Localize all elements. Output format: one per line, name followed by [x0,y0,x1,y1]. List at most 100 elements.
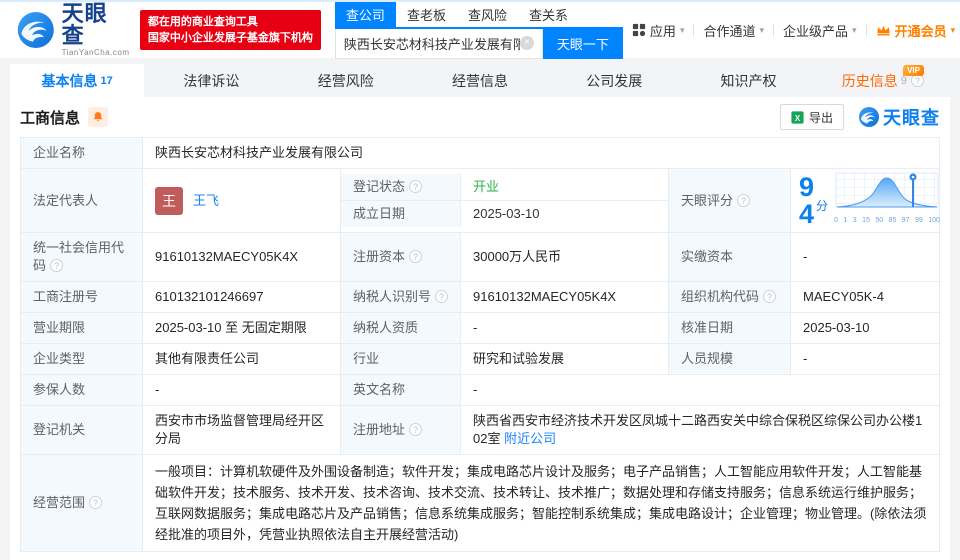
tab-count: 17 [100,74,113,87]
chevron-down-icon: ▾ [950,24,956,35]
section-head: 工商信息 X 导出 天眼查 [10,97,950,137]
nav-apps[interactable]: 应用 ▾ [623,21,694,40]
field-label: 天眼评分? [668,168,791,233]
reg-number-value: 610132101246697 [142,281,341,313]
header: 天眼查 TianYanCha.com 都在用的商业查询工具 国家中小企业发展子基… [0,0,960,59]
clear-search-icon[interactable]: × [519,36,534,50]
search-input[interactable] [343,35,520,51]
crown-icon [876,25,890,36]
field-label: 工商注册号 [20,281,143,313]
reg-status-value: 开业 [461,174,668,201]
promo-banner-line1: 都在用的商业查询工具 [147,16,258,28]
field-label: 人员规模 [668,343,791,375]
nav-vip-label: 开通会员 [894,23,947,39]
business-scope-value: 一般项目：计算机软硬件及外围设备制造；软件开发；集成电路芯片设计及服务；电子产品… [142,454,940,552]
legal-rep-link[interactable]: 王飞 [193,192,219,210]
table-row: 统一社会信用代码? 91610132MAECY05K4X 注册资本? 30000… [20,232,940,282]
promo-banner: 都在用的商业查询工具 国家中小企业发展子基金旗下机构 [139,10,321,50]
help-icon[interactable]: ? [409,423,423,436]
tab-intellectual-property[interactable]: 知识产权 [681,64,815,97]
help-icon[interactable]: ? [89,496,103,509]
business-term-value: 2025-03-10 至 无固定期限 [142,312,341,344]
nav-apps-label: 应用 [649,23,676,39]
search-button[interactable]: 天眼一下 [542,28,623,59]
vip-badge: VIP [903,65,924,76]
field-label: 注册地址? [340,405,461,455]
field-label: 成立日期 [341,201,461,227]
field-label: 法定代表人 [20,168,143,233]
help-icon[interactable]: ? [763,290,777,303]
taxpayer-id-value: 91610132MAECY05K4X [460,281,669,313]
help-icon[interactable]: ? [409,180,423,193]
tianyancha-swirl-icon [859,107,879,127]
score-value: 94 [799,171,815,229]
svg-text:X: X [795,113,801,122]
reg-authority-value: 西安市市场监督管理局经开区分局 [142,405,341,455]
search-tabs: 查公司 查老板 查风险 查关系 [334,1,623,29]
paid-capital-value: - [790,232,940,282]
help-icon[interactable]: ? [737,193,751,207]
field-label: 纳税人识别号? [340,281,461,313]
tianyan-score: 94 分 0 1 3 15 50 85 97 99 100 [791,169,940,232]
search-area: 查公司 查老板 查风险 查关系 × 天眼一下 [334,1,623,59]
reg-capital-value: 30000万人民币 [460,232,669,282]
tab-basic-info[interactable]: 基本信息 17 [10,64,145,97]
tab-legal[interactable]: 法律诉讼 [144,64,278,97]
help-icon[interactable]: ? [435,290,449,303]
field-label: 纳税人资质 [340,312,461,344]
nav-enterprise-label: 企业级产品 [783,23,849,39]
company-name-value: 陕西长安芯材科技产业发展有限公司 [142,137,940,169]
field-label: 行业 [340,343,461,375]
score-unit: 分 [816,198,829,213]
nav-partner[interactable]: 合作通道 ▾ [694,21,773,40]
tianyancha-swirl-icon [17,12,54,48]
tab-operating-risk[interactable]: 经营风险 [279,64,413,97]
promo-banner-line2: 国家中小企业发展子基金旗下机构 [147,32,313,44]
search-box: × [334,28,543,59]
tab-company-development[interactable]: 公司发展 [547,64,681,97]
search-tab-relation[interactable]: 查关系 [518,2,579,27]
field-label: 组织机构代码? [668,281,791,313]
field-label: 实缴资本 [668,232,791,282]
table-row: 工商注册号 610132101246697 纳税人识别号? 91610132MA… [20,281,940,313]
table-row: 参保人数 - 英文名称 - [20,374,940,406]
est-date-value: 2025-03-10 [473,206,540,221]
field-label: 统一社会信用代码? [20,232,143,282]
watermark-logo: 天眼查 [858,104,940,130]
help-icon[interactable]: ? [50,259,64,272]
table-row: 法定代表人 王 王飞 登记状态? 开业 成立日期 2025-03-10 天眼评分 [20,168,940,233]
main-panel: 基本信息 17 法律诉讼 经营风险 经营信息 公司发展 知识产权 VIP 历史信息… [10,64,950,560]
field-label: 登记状态? [341,174,461,201]
bell-icon [93,112,103,122]
staff-size-value: - [790,343,940,375]
tianyancha-logo[interactable]: 天眼查 TianYanCha.com [16,3,130,57]
brand-name: 天眼查 [61,1,108,48]
field-label: 企业名称 [20,137,143,169]
business-info-table: 企业名称 陕西长安芯材科技产业发展有限公司 法定代表人 王 王飞 登记状态? 开… [10,137,950,560]
field-label: 核准日期 [668,312,791,344]
table-row: 登记机关 西安市市场监督管理局经开区分局 注册地址? 陕西省西安市经济技术开发区… [20,405,940,455]
grid-icon [632,23,646,37]
monitor-bell-button[interactable] [88,107,109,127]
excel-icon: X [791,110,804,124]
tab-count: 9 [900,74,907,87]
help-icon[interactable]: ? [409,250,423,263]
top-nav: 应用 ▾ 合作通道 ▾ 企业级产品 ▾ 开通会员 ▾ 费米 ▾ [623,21,960,40]
nav-vip[interactable]: 开通会员 ▾ [867,21,960,40]
nav-enterprise[interactable]: 企业级产品 ▾ [774,21,866,40]
nearby-companies-link[interactable]: 附近公司 [504,431,556,446]
field-label: 注册资本? [340,232,461,282]
search-tab-company[interactable]: 查公司 [334,1,396,27]
taxpayer-qual-value: - [460,312,669,344]
search-tab-risk[interactable]: 查风险 [457,2,518,27]
table-row: 企业名称 陕西长安芯材科技产业发展有限公司 [20,137,940,169]
avatar: 王 [155,186,183,215]
field-label: 经营范围? [20,454,143,552]
field-label: 参保人数 [20,374,143,406]
tab-business-info[interactable]: 经营信息 [413,64,547,97]
english-name-value: - [460,374,940,406]
tab-history-info[interactable]: VIP 历史信息 9 ? [816,64,950,97]
export-button[interactable]: X 导出 [779,104,844,130]
search-tab-boss[interactable]: 查老板 [396,2,457,27]
section-tabbar: 基本信息 17 法律诉讼 经营风险 经营信息 公司发展 知识产权 VIP 历史信息… [10,64,950,97]
